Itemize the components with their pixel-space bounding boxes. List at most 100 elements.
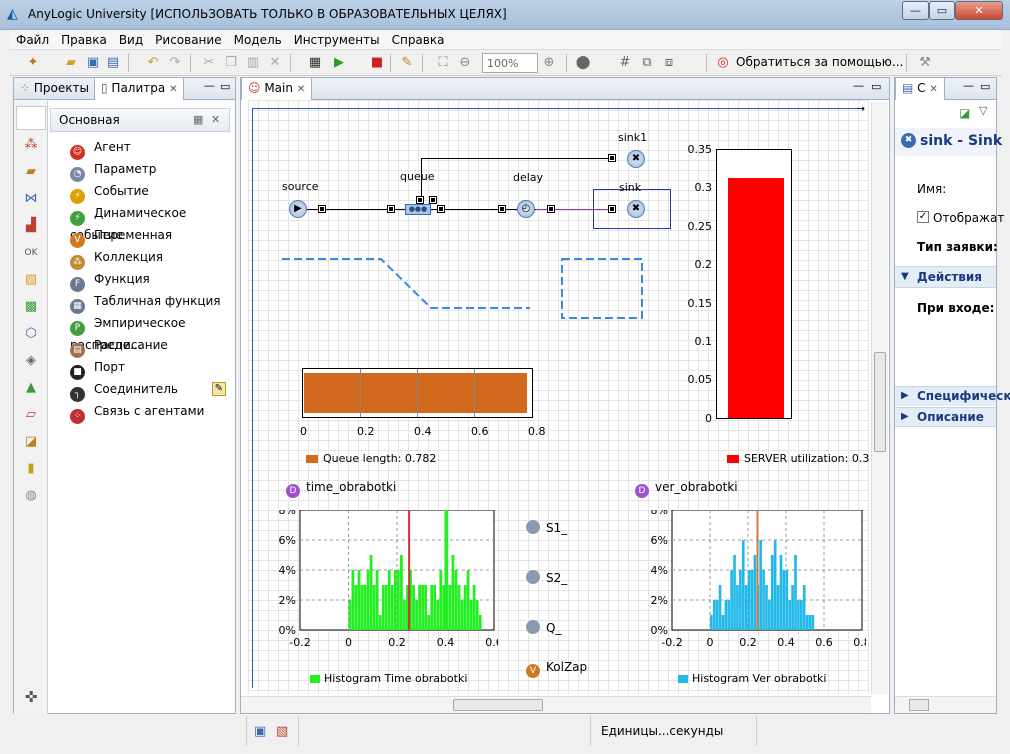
category-sd-icon[interactable]: ⋈	[18, 187, 44, 211]
description-section[interactable]: ▶ Описание	[895, 407, 996, 427]
palette-item[interactable]: ■ Порт	[70, 358, 125, 380]
grid-icon[interactable]: #	[616, 54, 634, 72]
close-icon[interactable]: ✕	[929, 84, 937, 95]
palette-item[interactable]: ▤ Расписание	[70, 336, 168, 358]
tab-projects[interactable]: ⁘ Проекты	[14, 78, 95, 100]
delete-icon[interactable]: ✕	[266, 54, 284, 72]
statistic-s2[interactable]: S2_	[526, 570, 567, 585]
vertical-scroll-thumb[interactable]	[874, 352, 886, 452]
menu-draw[interactable]: Рисование	[149, 30, 227, 50]
pin-icon[interactable]: ⬤	[574, 54, 592, 72]
maximize-view-icon[interactable]: ▭	[220, 80, 230, 93]
palette-item[interactable]: ⚡ Динамическое событие	[70, 204, 235, 242]
menu-file[interactable]: Файл	[10, 30, 55, 50]
menu-help[interactable]: Справка	[386, 30, 451, 50]
edit-pencil-icon[interactable]: ✎	[212, 382, 226, 396]
cut-icon[interactable]: ✂	[200, 54, 218, 72]
palette-item[interactable]: ⁂ Коллекция	[70, 248, 163, 270]
zoom-in-icon[interactable]: ⊕	[540, 54, 558, 72]
help-lifebuoy-icon[interactable]: ◎	[714, 54, 732, 72]
help-button[interactable]: Обратиться за помощью...	[736, 55, 903, 69]
category-analysis-icon[interactable]: ▟	[18, 214, 44, 238]
vertical-scrollbar[interactable]	[871, 102, 888, 694]
palette-item[interactable]: V Переменная	[70, 226, 172, 248]
menu-tools[interactable]: Инструменты	[288, 30, 386, 50]
variable-kolzap[interactable]: V KolZap	[526, 660, 587, 678]
histogram-time-chart[interactable]: 8%6%4%2%0%-0.200.20.40.6	[268, 510, 498, 660]
palette-item[interactable]: ◔ Параметр	[70, 160, 156, 182]
model-canvas[interactable]: ➝ source ▶ queue ●●● delay ◴ sink ✖ sink…	[248, 100, 869, 694]
palette-item[interactable]: ┐ Соединитель	[70, 380, 178, 402]
build-icon[interactable]: ▦	[306, 54, 324, 72]
actions-section[interactable]: ▼ Действия	[895, 266, 996, 288]
minimize-view-icon[interactable]: —	[853, 79, 864, 92]
debug-icon[interactable]: ✎	[398, 54, 416, 72]
palette-item[interactable]: ⁘ Связь с агентами	[70, 402, 204, 424]
close-icon[interactable]: ✕	[169, 84, 177, 95]
properties-horizontal-scrollbar[interactable]	[895, 696, 996, 713]
histogram-data-time[interactable]: Dtime_obrabotki	[286, 480, 396, 498]
palette-section-header[interactable]: Основная ▦ ✕	[50, 108, 230, 132]
zoom-fit-icon[interactable]: ⛶	[434, 54, 452, 72]
tab-properties[interactable]: ▤ С ✕	[895, 78, 945, 100]
arrange-icon[interactable]: ⧈	[660, 54, 678, 72]
category-process-icon[interactable]: ▰	[18, 160, 44, 184]
statistic-s1[interactable]: S1_	[526, 520, 567, 535]
category-selected[interactable]	[16, 106, 46, 130]
histogram-ver-chart[interactable]: 8%6%4%2%0%-0.200.20.40.60.8	[646, 510, 866, 660]
run-icon[interactable]: ▶	[330, 54, 348, 72]
palette-item[interactable]: F Функция	[70, 270, 150, 292]
statistic-q[interactable]: Q_	[526, 620, 561, 635]
view-menu-icon[interactable]: ▽	[979, 104, 987, 117]
zoom-combo[interactable]: 100%	[482, 53, 538, 73]
specific-section[interactable]: ▶ Специфически	[895, 386, 1010, 406]
category-rail-icon[interactable]: ▲	[18, 376, 44, 400]
properties-scroll-thumb[interactable]	[909, 699, 929, 711]
grid-view-icon[interactable]: ▦	[193, 113, 203, 126]
zoom-out-icon[interactable]: ⊖	[456, 54, 474, 72]
close-section-icon[interactable]: ✕	[211, 113, 220, 126]
category-3d-icon[interactable]: ◈	[18, 349, 44, 373]
pin-editor-icon[interactable]: ◪	[959, 106, 970, 120]
category-controls-icon[interactable]: OK	[18, 241, 44, 265]
undo-icon[interactable]: ↶	[144, 54, 162, 72]
tab-main[interactable]: ☺ Main ✕	[241, 78, 313, 100]
wand-icon[interactable]: ⚒	[916, 54, 934, 72]
copy-icon[interactable]: ❐	[222, 54, 240, 72]
palette-item[interactable]: P Эмпирическое распреде...	[70, 314, 235, 352]
maximize-button[interactable]: ▭	[929, 1, 955, 20]
add-palette-icon[interactable]: ✜	[18, 685, 44, 709]
palette-item[interactable]: ☺ Агент	[70, 138, 131, 160]
palette-item[interactable]: ▦ Табличная функция	[70, 292, 221, 314]
minimize-view-icon[interactable]: —	[963, 79, 974, 92]
problems-icon[interactable]: ▧	[276, 724, 288, 739]
redo-icon[interactable]: ↷	[166, 54, 184, 72]
category-connectivity-icon[interactable]: ⬡	[18, 322, 44, 346]
save-all-icon[interactable]: ▤	[104, 54, 122, 72]
close-icon[interactable]: ✕	[297, 84, 305, 95]
minimize-view-icon[interactable]: —	[204, 79, 215, 92]
category-pedestrian-icon[interactable]: ▱	[18, 403, 44, 427]
category-fluid-icon[interactable]: ◪	[18, 430, 44, 454]
save-icon[interactable]: ▣	[84, 54, 102, 72]
menu-edit[interactable]: Правка	[55, 30, 113, 50]
category-agent-icon[interactable]: ⁂	[18, 133, 44, 157]
maximize-view-icon[interactable]: ▭	[871, 80, 881, 93]
horizontal-scrollbar[interactable]	[241, 696, 871, 713]
paste-icon[interactable]: ▥	[244, 54, 262, 72]
menu-model[interactable]: Модель	[228, 30, 288, 50]
stop-icon[interactable]: ■	[368, 54, 386, 72]
menu-view[interactable]: Вид	[113, 30, 149, 50]
maximize-view-icon[interactable]: ▭	[980, 80, 990, 93]
histogram-data-ver[interactable]: Dver_obrabotki	[635, 480, 738, 498]
category-library-icon[interactable]: ◍	[18, 484, 44, 508]
horizontal-scroll-thumb[interactable]	[453, 699, 543, 711]
show-name-checkbox[interactable]: ✓	[917, 211, 929, 223]
open-icon[interactable]: ▰	[62, 54, 80, 72]
layout-icon[interactable]: ⧉	[638, 54, 656, 72]
console-icon[interactable]: ▣	[254, 724, 266, 739]
new-model-icon[interactable]: ✦	[24, 54, 42, 72]
minimize-button[interactable]: —	[902, 1, 929, 20]
server-utilization-chart[interactable]	[716, 149, 792, 419]
category-presentation-icon[interactable]: ▧	[18, 268, 44, 292]
